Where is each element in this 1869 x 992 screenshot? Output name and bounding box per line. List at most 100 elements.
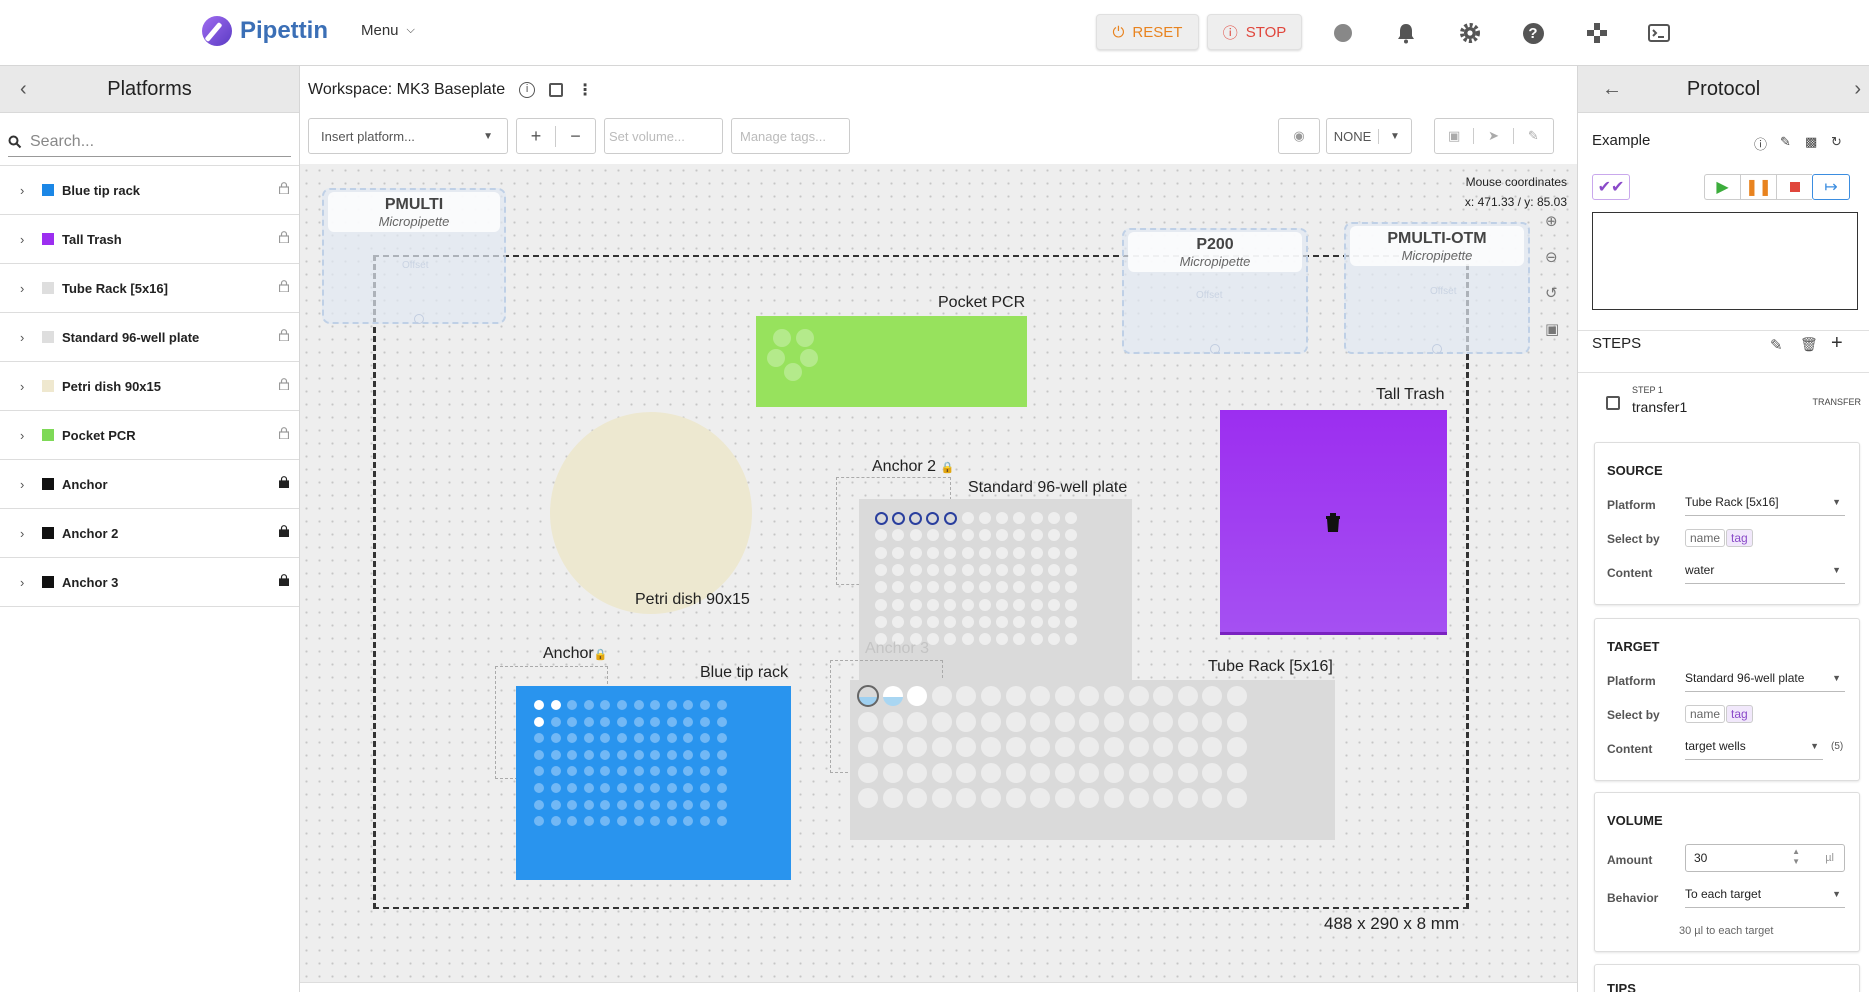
status-dot-icon[interactable] [1330,20,1356,46]
tip-slot[interactable] [666,799,677,810]
tip-slot[interactable] [567,733,578,744]
tube[interactable] [1227,737,1247,757]
tube[interactable] [1030,762,1051,783]
plate-well-selected[interactable] [891,511,905,525]
plate-well[interactable] [926,563,939,576]
tip-slot[interactable] [583,766,594,777]
tube[interactable] [882,788,903,808]
step-checkbox[interactable] [1606,396,1620,410]
tube[interactable] [1153,762,1174,783]
plate-well[interactable] [961,581,974,594]
plate-well[interactable] [1013,598,1026,611]
tip-slot[interactable] [567,749,578,760]
tip-slot[interactable] [534,716,544,727]
plate-well[interactable] [1013,512,1026,524]
tip-slot[interactable] [567,816,578,827]
plate-well[interactable] [1013,563,1026,576]
tube[interactable] [1005,762,1026,783]
tube[interactable] [1177,711,1198,732]
tube[interactable] [882,711,903,732]
tip-slot[interactable] [683,749,694,760]
plate-well[interactable] [892,563,905,576]
platform-list-item[interactable]: › Pocket PCR [0,411,299,460]
stepper-icon[interactable]: ▲ ▼ [1792,847,1800,867]
tube[interactable] [1177,737,1198,757]
tube[interactable] [931,686,952,706]
behavior-select[interactable]: To each target ▼ [1685,887,1845,908]
tube[interactable] [1177,762,1198,783]
send-icon[interactable]: ➤ [1474,128,1514,144]
tip-slot[interactable] [534,783,544,793]
save-icon[interactable] [549,83,564,97]
tube[interactable] [1202,711,1223,732]
tube[interactable] [931,788,952,808]
plate-well[interactable] [1065,633,1078,646]
platform-list-item[interactable]: › Anchor 2 [0,509,299,558]
tube[interactable] [858,762,878,783]
pcr-well[interactable] [796,329,814,347]
lock-icon[interactable] [278,574,290,588]
tool-head-p200[interactable]: P200 Micropipette Offset [1122,228,1308,354]
tip-slot[interactable] [550,799,561,810]
tip-slot[interactable] [700,700,710,710]
tip-slot[interactable] [617,700,627,710]
edit-icon[interactable]: ✎ [1780,134,1791,150]
platform-list-item[interactable]: › Tall Trash [0,215,299,264]
info-icon[interactable]: ⓘ [1754,134,1767,153]
tip-slot[interactable] [700,766,710,777]
plus-button[interactable]: + [517,125,557,147]
plate-well[interactable] [1030,581,1043,594]
plate-well[interactable] [944,546,957,559]
plate-well[interactable] [1030,633,1043,646]
tip-slot[interactable] [683,733,694,744]
tip-slot[interactable] [716,766,727,777]
tip-slot[interactable] [633,816,644,827]
tube[interactable] [1054,762,1075,783]
tip-slot[interactable] [550,816,561,827]
tip-slot[interactable] [666,816,677,827]
save-icon[interactable]: ▩ [1805,134,1817,150]
tip-slot[interactable] [683,766,694,777]
tube[interactable] [1227,788,1247,808]
tube[interactable] [1153,686,1174,706]
tube[interactable] [1079,737,1100,757]
plate-well[interactable] [1030,615,1043,628]
tip-slot[interactable] [700,783,710,793]
chevron-right-icon[interactable]: › [20,428,30,443]
tube[interactable] [1128,762,1149,783]
tip-slot[interactable] [550,783,561,793]
plate-well[interactable] [1048,581,1060,594]
plate-well[interactable] [926,546,939,559]
plate-well[interactable] [978,563,991,576]
tip-slot[interactable] [700,733,710,744]
tube[interactable] [858,711,878,732]
plate-well[interactable] [892,529,905,542]
tube[interactable] [956,788,977,808]
tip-slot[interactable] [567,700,578,710]
protocol-description-box[interactable] [1592,212,1858,310]
plate-well[interactable] [892,598,905,611]
plate-well[interactable] [1013,581,1026,594]
tip-slot[interactable] [666,783,677,793]
view-mode-select[interactable]: NONE ▼ [1326,118,1412,154]
insert-platform-select[interactable]: Insert platform... ▼ [308,118,508,154]
name-chip[interactable]: name [1685,705,1726,723]
tip-slot[interactable] [617,733,627,744]
tube[interactable] [1227,762,1247,783]
plate-well-selected[interactable] [874,511,888,525]
plate-well[interactable] [875,615,887,628]
plate-well[interactable] [961,512,974,524]
center-focus-icon[interactable]: ▣ [1435,128,1475,144]
tip-slot[interactable] [716,716,727,727]
validate-button[interactable]: ✔✔ [1592,174,1630,200]
plate-well[interactable] [961,615,974,628]
tip-slot[interactable] [633,799,644,810]
sync-icon[interactable]: ↻ [1831,134,1842,150]
tip-rack-platform[interactable] [516,686,791,880]
tip-slot[interactable] [633,766,644,777]
tube[interactable] [907,762,928,783]
tube[interactable] [882,686,903,706]
tip-slot[interactable] [716,749,727,760]
tube[interactable] [1202,737,1223,757]
tube[interactable] [1054,737,1075,757]
